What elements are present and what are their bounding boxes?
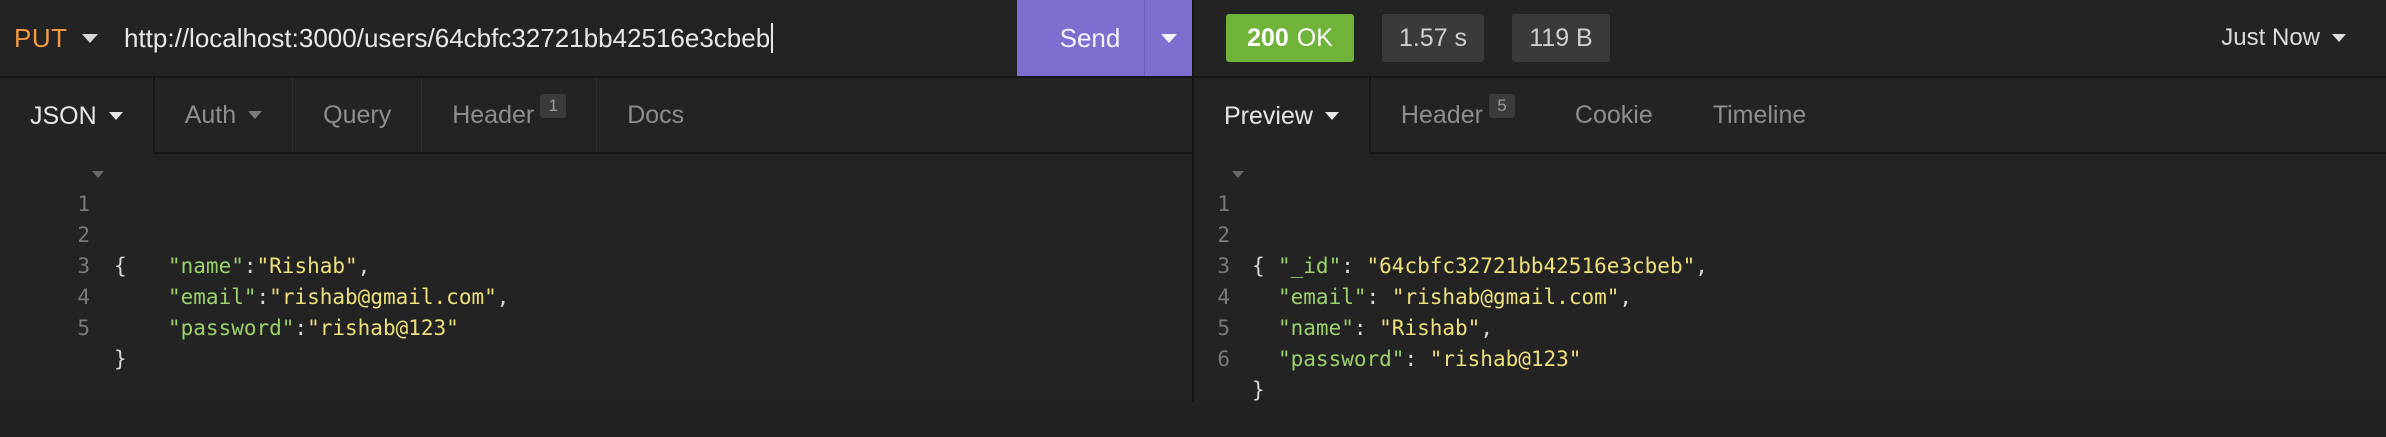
response-body-viewer[interactable]: 1 { 2 "_id": "64cbfc32721bb42516e3cbeb",… [1194, 154, 2386, 402]
status-text: OK [1296, 23, 1333, 52]
code-line: 5 } [0, 282, 1192, 371]
code-line: 4 "name": "Rishab", [1194, 251, 2386, 340]
tab-label: Cookie [1574, 100, 1653, 129]
line-number: 5 [77, 316, 90, 340]
url-text: http://localhost:3000/users/64cbfc32721b… [124, 22, 771, 53]
tab-timeline[interactable]: Timeline [1683, 78, 1837, 152]
code-line: 2 "name":"Rishab", [0, 189, 1192, 278]
code-line: 4 "password":"rishab@123" [0, 251, 1192, 340]
url-bar: PUT http://localhost:3000/users/64cbfc32… [0, 0, 1193, 78]
chevron-down-icon [2332, 34, 2346, 42]
history-label: Just Now [2221, 24, 2320, 51]
count-badge: 1 [540, 94, 567, 118]
fold-icon[interactable] [1232, 171, 1244, 178]
status-code: 200 [1247, 23, 1289, 52]
app-window: PUT http://localhost:3000/users/64cbfc32… [0, 0, 2386, 402]
code-line: 5 "password": "rishab@123" [1194, 282, 2386, 371]
tab-header[interactable]: Header 1 [422, 78, 598, 152]
tab-label: Timeline [1712, 100, 1807, 129]
tab-docs[interactable]: Docs [597, 78, 714, 152]
send-button[interactable]: Send [1017, 0, 1163, 76]
chevron-down-icon [108, 112, 123, 120]
method-selector[interactable]: PUT [14, 18, 98, 58]
tab-label: Header [1400, 100, 1483, 129]
code-line: 2 "_id": "64cbfc32721bb42516e3cbeb", [1194, 189, 2386, 278]
send-options-button[interactable] [1144, 0, 1193, 76]
json-value: "rishab@123" [1429, 347, 1582, 371]
tab-label: Preview [1224, 101, 1313, 130]
fold-icon[interactable] [92, 171, 104, 178]
json-value: "rishab@123" [307, 316, 459, 340]
code-line: 6 } [1194, 313, 2386, 402]
request-pane: PUT http://localhost:3000/users/64cbfc32… [0, 0, 1193, 402]
status-badge: 200 OK [1226, 14, 1354, 62]
tab-preview[interactable]: Preview [1194, 78, 1371, 154]
code-line: 3 "email": "rishab@gmail.com", [1194, 220, 2386, 309]
response-tabs: Preview Header 5 Cookie Timeline [1194, 78, 2386, 154]
json-separator: : [294, 316, 308, 340]
chevron-down-icon [81, 33, 98, 43]
url-input[interactable]: http://localhost:3000/users/64cbfc32721b… [124, 18, 1004, 58]
response-size-badge: 119 B [1512, 14, 1610, 62]
tab-label: Header [452, 100, 535, 129]
code-line: 1 { [1194, 158, 2386, 278]
json-separator: : [1404, 347, 1430, 371]
line-number: 6 [1217, 347, 1230, 371]
response-pane: 200 OK 1.57 s 119 B Just Now Preview Hea… [1194, 0, 2386, 402]
tab-auth[interactable]: Auth [155, 78, 294, 152]
response-status-bar: 200 OK 1.57 s 119 B Just Now [1194, 0, 2386, 78]
chevron-down-icon [1161, 33, 1177, 43]
code-text: } [114, 347, 127, 371]
request-body-editor[interactable]: 1 { 2 "name":"Rishab", 3 "email":"rishab… [0, 154, 1192, 402]
json-key: "password" [1278, 347, 1405, 371]
tab-json[interactable]: JSON [0, 78, 155, 154]
json-key: "password" [168, 316, 295, 340]
tab-label: JSON [30, 101, 97, 130]
code-line: 1 { [0, 158, 1192, 278]
tab-label: Query [323, 100, 392, 129]
history-dropdown[interactable]: Just Now [2221, 14, 2346, 62]
chevron-down-icon [248, 111, 263, 119]
tab-cookie[interactable]: Cookie [1545, 78, 1683, 152]
count-badge: 5 [1488, 94, 1515, 118]
method-label: PUT [14, 22, 68, 53]
code-line: 3 "email":"rishab@gmail.com", [0, 220, 1192, 309]
chevron-down-icon [1324, 112, 1339, 120]
request-tabs: JSON Auth Query Header 1 Docs [0, 78, 1192, 154]
tab-label: Docs [627, 100, 685, 129]
code-text: "password":"rishab@123" [168, 313, 459, 344]
code-text: "password": "rishab@123" [1278, 344, 1581, 375]
tab-label: Auth [184, 100, 237, 129]
code-text: } [1252, 378, 1265, 402]
tab-query[interactable]: Query [293, 78, 423, 152]
tab-header[interactable]: Header 5 [1371, 78, 1545, 152]
response-time-badge: 1.57 s [1382, 14, 1484, 62]
text-cursor [771, 23, 774, 53]
